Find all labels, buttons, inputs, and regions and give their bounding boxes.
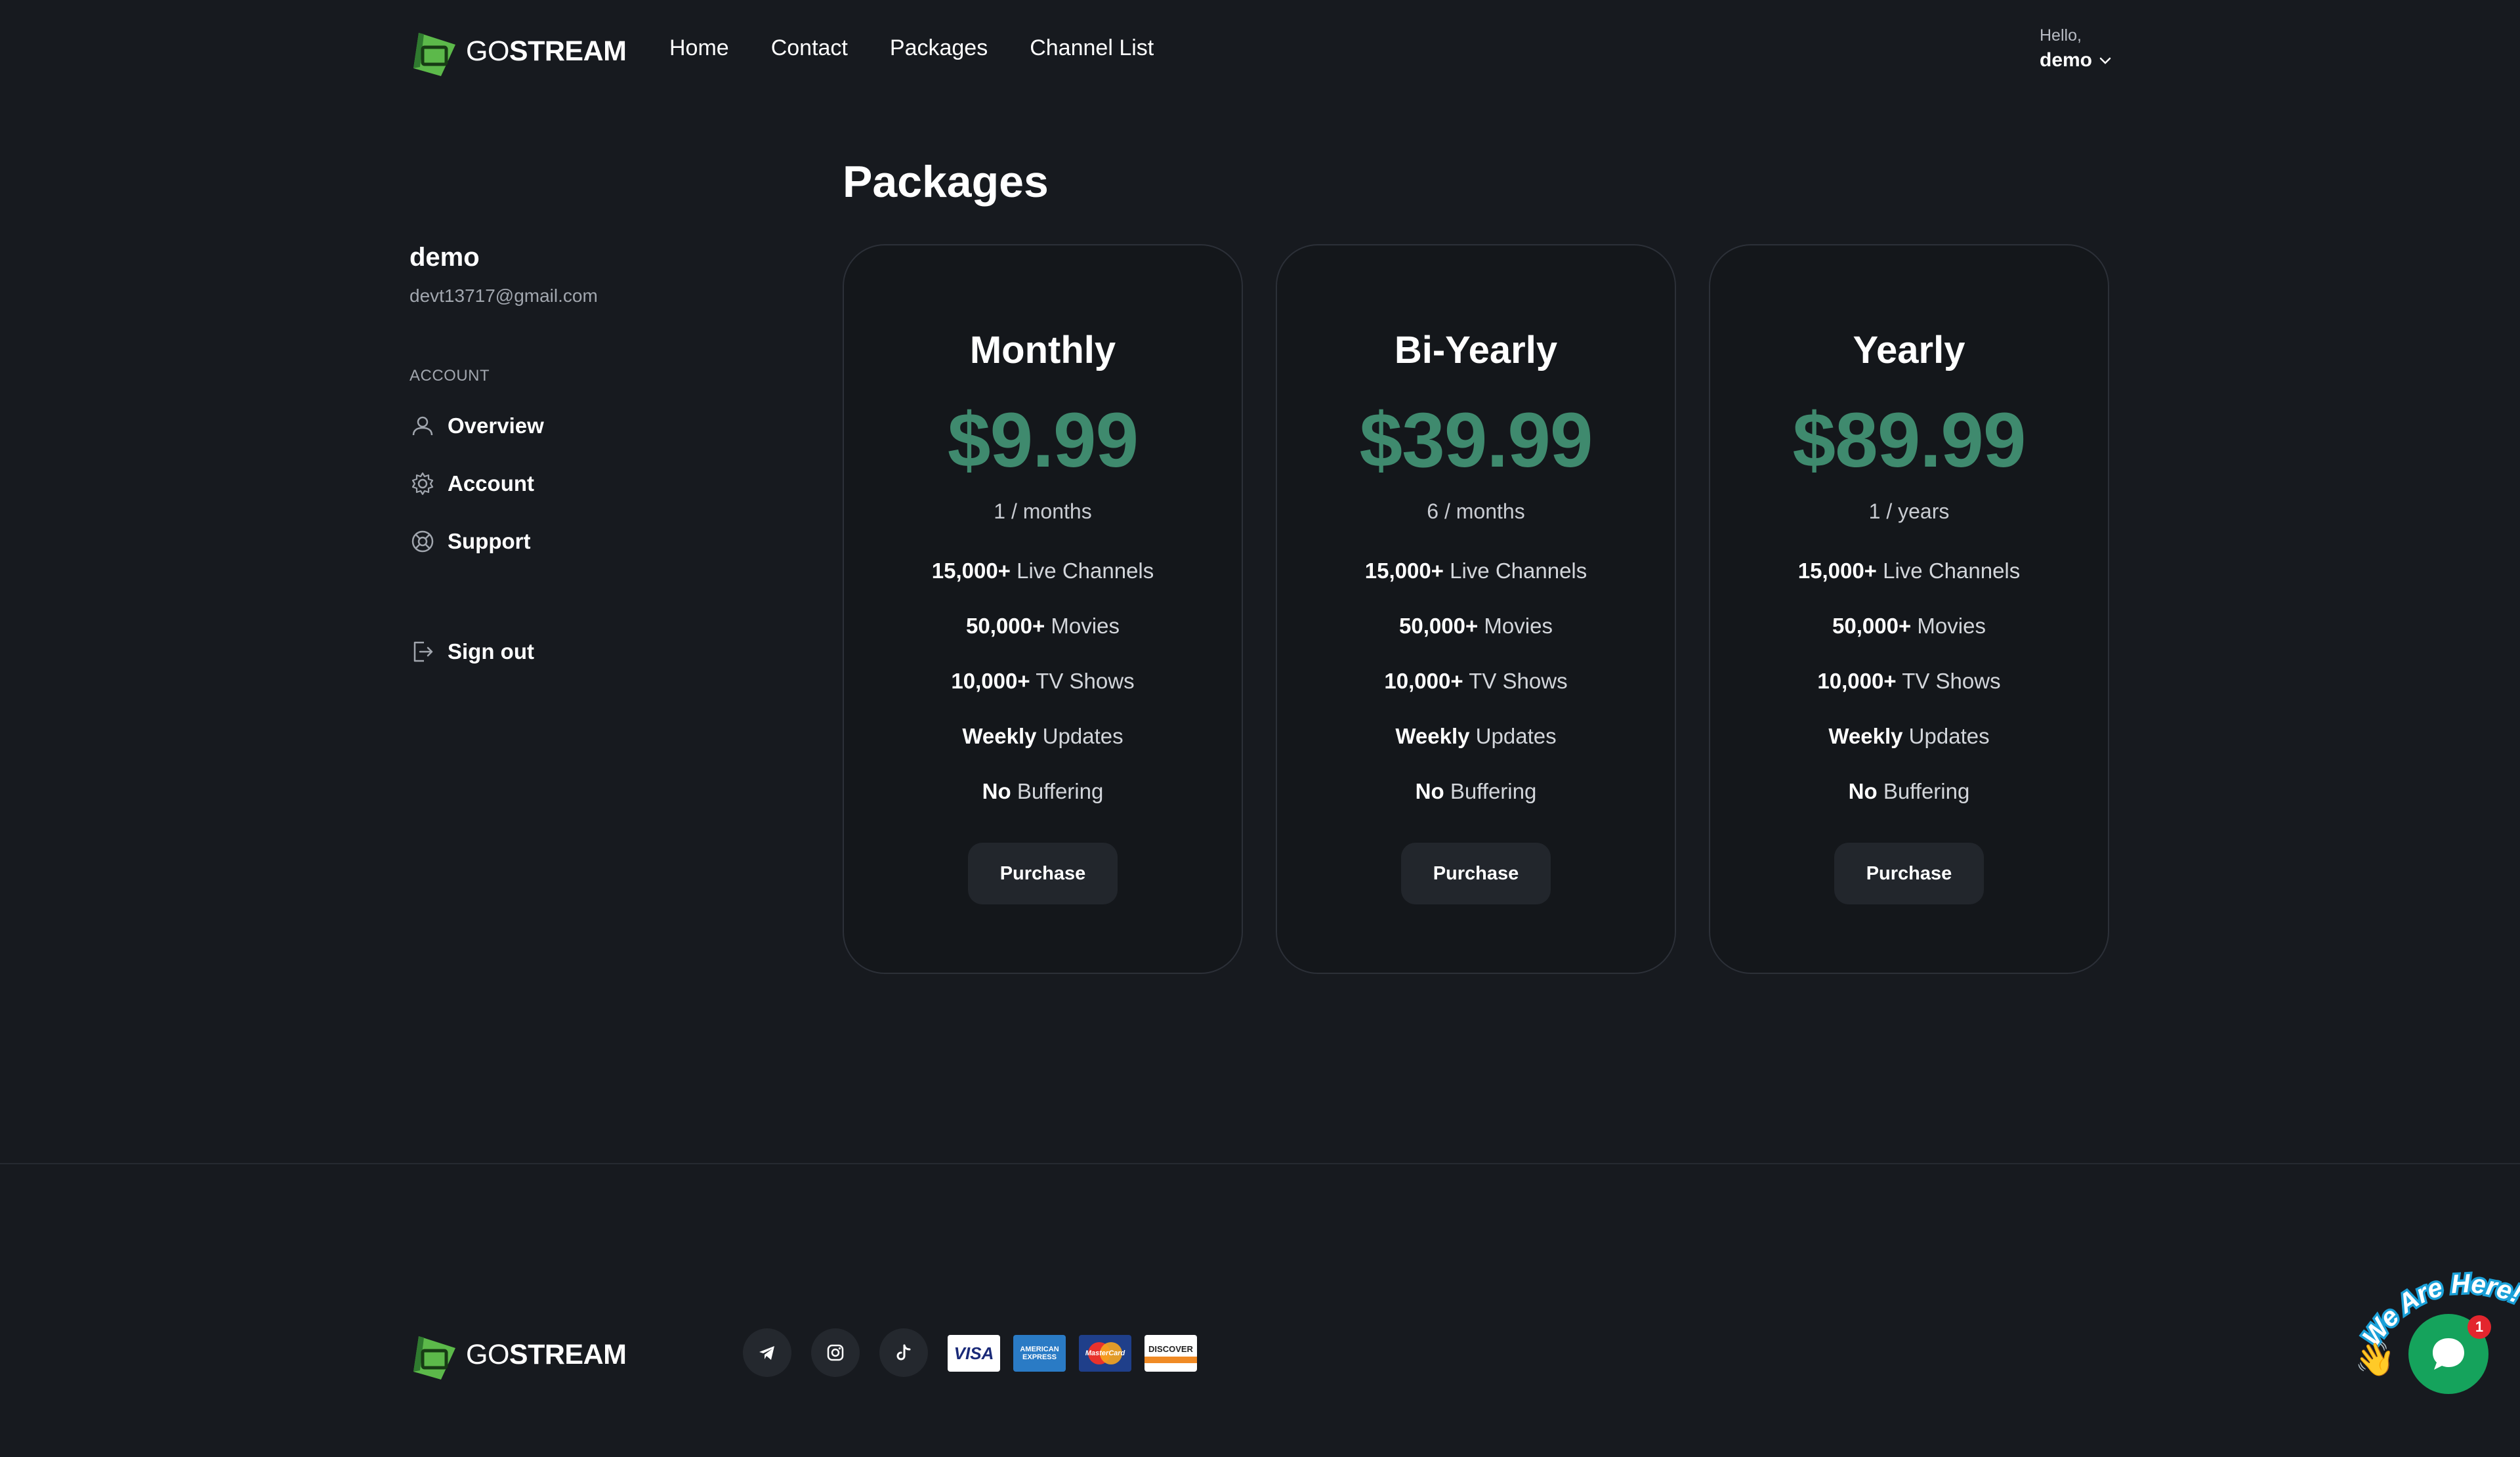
telegram-icon bbox=[759, 1346, 774, 1360]
chat-widget: We Are Here! 👋 1 bbox=[2349, 1263, 2520, 1394]
payment-methods: VISA AMERICAN EXPRESS MasterCard DISCOVE… bbox=[948, 1335, 1197, 1372]
feature-item: No Buffering bbox=[1848, 779, 1970, 803]
feature-item: 50,000+ Movies bbox=[1832, 614, 1986, 638]
logout-icon bbox=[413, 641, 433, 662]
package-card-yearly: Yearly $89.99 1 / years 15,000+ Live Cha… bbox=[1709, 244, 2109, 974]
logo-icon bbox=[413, 33, 455, 76]
main-nav: Home Contact Packages Channel List bbox=[669, 35, 1154, 61]
feature-item: 50,000+ Movies bbox=[1399, 614, 1553, 638]
tiktok-icon bbox=[896, 1344, 911, 1361]
discover-logo: DISCOVER bbox=[1144, 1335, 1197, 1372]
purchase-button-yearly[interactable]: Purchase bbox=[1834, 843, 1984, 904]
tiktok-link[interactable] bbox=[879, 1328, 928, 1377]
feature-item: Weekly Updates bbox=[962, 724, 1124, 748]
mastercard-logo: MasterCard bbox=[1079, 1335, 1131, 1372]
package-name: Monthly bbox=[969, 329, 1116, 371]
sidebar-item-support[interactable]: Support bbox=[410, 522, 738, 561]
logo-text: GOSTREAM bbox=[466, 35, 627, 67]
header: GOSTREAM Home Contact Packages Channel L… bbox=[0, 0, 2520, 105]
package-period: 6 / months bbox=[1427, 499, 1525, 523]
package-features: 15,000+ Live Channels 50,000+ Movies 10,… bbox=[932, 557, 1154, 832]
logo-icon bbox=[413, 1336, 455, 1380]
footer-logo[interactable]: GOSTREAM bbox=[410, 1328, 627, 1381]
feature-item: 15,000+ Live Channels bbox=[1797, 559, 2021, 583]
gear-icon bbox=[411, 472, 434, 496]
feature-item: Weekly Updates bbox=[1828, 724, 1990, 748]
package-features: 15,000+ Live Channels 50,000+ Movies 10,… bbox=[1365, 557, 1587, 832]
feature-item: 10,000+ TV Shows bbox=[1817, 669, 2001, 693]
package-price: $39.99 bbox=[1359, 397, 1593, 484]
package-features: 15,000+ Live Channels 50,000+ Movies 10,… bbox=[1798, 557, 2021, 832]
package-period: 1 / months bbox=[994, 499, 1092, 523]
nav-channel-list[interactable]: Channel List bbox=[1030, 35, 1154, 61]
visa-logo: VISA bbox=[948, 1335, 1000, 1372]
feature-item: Weekly Updates bbox=[1395, 724, 1557, 748]
profile-email: devt13717@gmail.com bbox=[410, 285, 598, 306]
package-name: Yearly bbox=[1853, 329, 1965, 371]
social-links bbox=[743, 1328, 928, 1377]
waving-hand-icon: 👋 bbox=[2355, 1341, 2396, 1378]
feature-item: No Buffering bbox=[982, 779, 1104, 803]
chat-unread-badge: 1 bbox=[2468, 1315, 2491, 1339]
sidebar-item-account[interactable]: Account bbox=[410, 464, 738, 503]
package-card-monthly: Monthly $9.99 1 / months 15,000+ Live Ch… bbox=[843, 244, 1243, 974]
sidebar-section-label: ACCOUNT bbox=[410, 367, 490, 385]
user-menu[interactable]: Hello, demo bbox=[2040, 26, 2112, 72]
sign-out-button[interactable]: Sign out bbox=[410, 632, 738, 671]
package-period: 1 / years bbox=[1868, 499, 1950, 523]
logo-text: GOSTREAM bbox=[466, 1338, 627, 1370]
footer bbox=[0, 1164, 2520, 1457]
feature-item: 10,000+ TV Shows bbox=[951, 669, 1135, 693]
account-sidebar: demo devt13717@gmail.com ACCOUNT Overvie… bbox=[410, 243, 738, 671]
package-name: Bi-Yearly bbox=[1394, 329, 1558, 371]
header-logo[interactable]: GOSTREAM bbox=[410, 25, 627, 77]
lifebuoy-icon bbox=[411, 530, 434, 553]
feature-item: 10,000+ TV Shows bbox=[1384, 669, 1568, 693]
chevron-down-icon bbox=[2099, 57, 2111, 64]
purchase-button-monthly[interactable]: Purchase bbox=[968, 843, 1118, 904]
feature-item: No Buffering bbox=[1415, 779, 1537, 803]
feature-item: 50,000+ Movies bbox=[966, 614, 1120, 638]
chat-icon bbox=[2433, 1338, 2464, 1370]
feature-item: 15,000+ Live Channels bbox=[931, 559, 1154, 583]
instagram-icon bbox=[827, 1344, 844, 1361]
package-card-bi-yearly: Bi-Yearly $39.99 6 / months 15,000+ Live… bbox=[1276, 244, 1676, 974]
instagram-link[interactable] bbox=[811, 1328, 860, 1377]
nav-packages[interactable]: Packages bbox=[890, 35, 988, 61]
package-cards: Monthly $9.99 1 / months 15,000+ Live Ch… bbox=[843, 244, 2109, 974]
sidebar-menu: Overview Account Support bbox=[410, 406, 738, 561]
nav-contact[interactable]: Contact bbox=[771, 35, 848, 61]
telegram-link[interactable] bbox=[743, 1328, 791, 1377]
amex-logo: AMERICAN EXPRESS bbox=[1013, 1335, 1066, 1372]
nav-home[interactable]: Home bbox=[669, 35, 729, 61]
package-price: $89.99 bbox=[1792, 397, 2026, 484]
user-icon bbox=[412, 416, 433, 436]
page-title: Packages bbox=[843, 157, 1049, 207]
user-menu-name: demo bbox=[2040, 49, 2112, 72]
feature-item: 15,000+ Live Channels bbox=[1364, 559, 1587, 583]
profile-name: demo bbox=[410, 243, 480, 272]
sidebar-item-overview[interactable]: Overview bbox=[410, 406, 738, 446]
user-greeting: Hello, bbox=[2040, 26, 2082, 45]
package-price: $9.99 bbox=[947, 397, 1139, 484]
purchase-button-bi-yearly[interactable]: Purchase bbox=[1401, 843, 1551, 904]
page: GOSTREAM Home Contact Packages Channel L… bbox=[0, 0, 2520, 1457]
